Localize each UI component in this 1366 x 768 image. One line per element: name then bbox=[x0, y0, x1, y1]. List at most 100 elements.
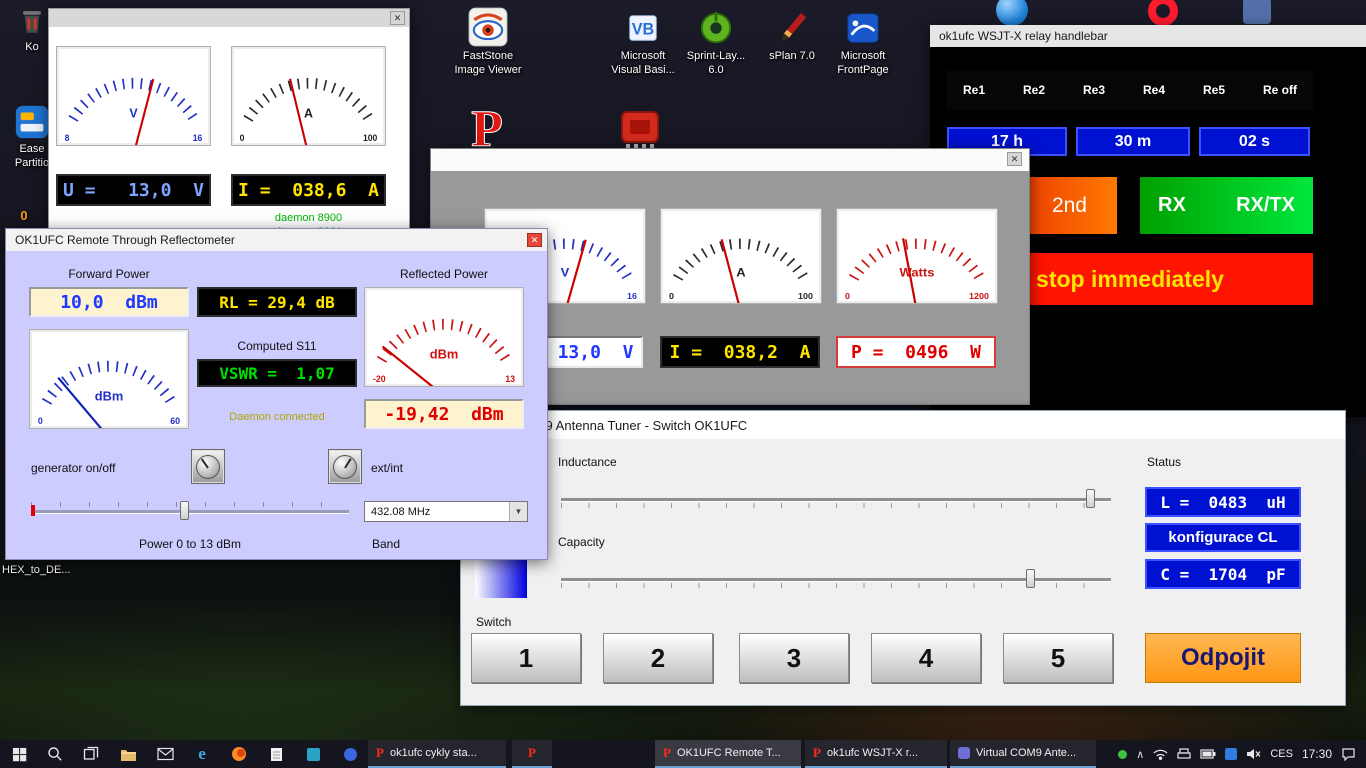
seconds-display: 02 s bbox=[1199, 127, 1310, 156]
window-title: OK1UFC Remote Through Reflectometer bbox=[15, 233, 235, 247]
tray-expand-icon[interactable]: ∧ bbox=[1136, 748, 1144, 761]
capacity-slider[interactable] bbox=[561, 569, 1111, 589]
svg-text:0: 0 bbox=[669, 291, 674, 301]
close-icon[interactable]: ✕ bbox=[1007, 152, 1022, 166]
desktop-icon-visual-basic[interactable]: VB Microsoft Visual Basi... bbox=[607, 10, 679, 78]
teal-app-icon[interactable] bbox=[298, 740, 328, 768]
watts-meter: Watts 0 1200 bbox=[836, 208, 998, 304]
status-green-icon[interactable] bbox=[1118, 750, 1127, 759]
close-icon[interactable]: ✕ bbox=[390, 11, 405, 25]
ext-int-knob[interactable] bbox=[328, 449, 362, 484]
red-p-icon: P bbox=[663, 745, 671, 761]
task-label: Virtual COM9 Ante... bbox=[976, 747, 1076, 759]
disconnect-button[interactable]: Odpojit bbox=[1145, 633, 1301, 683]
relay-button-re3[interactable]: Re3 bbox=[1083, 83, 1105, 97]
relay-button-reoff[interactable]: Re off bbox=[1263, 83, 1297, 97]
action-center-icon[interactable] bbox=[1341, 747, 1356, 761]
icon-label: Microsoft bbox=[827, 50, 899, 64]
desktop-icon-sprint-layout[interactable]: Sprint-Lay... 6.0 bbox=[680, 10, 752, 78]
language-indicator[interactable]: CES bbox=[1270, 748, 1293, 760]
band-select[interactable]: 432.08 MHz ▼ bbox=[364, 501, 528, 522]
document-app-icon[interactable] bbox=[261, 740, 291, 768]
hidden-desktop-icon-gray[interactable] bbox=[1243, 0, 1271, 24]
taskbar-task-virtual-com9[interactable]: Virtual COM9 Ante... bbox=[950, 740, 1096, 768]
capacity-value-display: C = 1704 pF bbox=[1145, 559, 1301, 589]
desktop-icon-frontpage[interactable]: Microsoft FrontPage bbox=[827, 10, 899, 78]
faststone-icon bbox=[450, 6, 526, 48]
start-button[interactable] bbox=[4, 740, 34, 768]
relay-button-re4[interactable]: Re4 bbox=[1143, 83, 1165, 97]
rx-rxtx-button[interactable]: RX RX/TX bbox=[1140, 177, 1313, 234]
splan-icon bbox=[757, 10, 827, 48]
printer-icon[interactable] bbox=[1177, 748, 1191, 760]
capacity-slider-thumb[interactable] bbox=[1026, 569, 1035, 588]
slider-track[interactable] bbox=[561, 498, 1111, 501]
switch-button-5[interactable]: 5 bbox=[1003, 633, 1113, 683]
mid-meter-titlebar[interactable] bbox=[431, 149, 1029, 171]
switch-button-2[interactable]: 2 bbox=[603, 633, 713, 683]
mail-icon[interactable] bbox=[150, 740, 180, 768]
status-label: Status bbox=[1147, 455, 1181, 469]
reflectometer-window: OK1UFC Remote Through Reflectometer ✕ Fo… bbox=[5, 228, 548, 560]
relay-button-re1[interactable]: Re1 bbox=[963, 83, 985, 97]
configure-cl-button[interactable]: konfigurace CL bbox=[1145, 523, 1301, 552]
taskbar-task-wsjt[interactable]: P ok1ufc WSJT-X r... bbox=[805, 740, 947, 768]
chevron-down-icon[interactable]: ▼ bbox=[509, 502, 527, 521]
blue-app-icon[interactable] bbox=[335, 740, 365, 768]
taskbar-task-p-icononly[interactable]: P bbox=[512, 740, 552, 768]
generator-onoff-label: generator on/off bbox=[31, 461, 116, 475]
switch-button-1[interactable]: 1 bbox=[471, 633, 581, 683]
svg-text:1200: 1200 bbox=[969, 291, 989, 301]
daemon-line: daemon 8900 bbox=[231, 211, 386, 225]
svg-text:13: 13 bbox=[505, 374, 515, 384]
rxtx-label: RX/TX bbox=[1236, 194, 1295, 217]
volume-muted-icon[interactable] bbox=[1246, 748, 1261, 760]
inductance-label: Inductance bbox=[558, 455, 617, 469]
desktop: Ko Ease Partitio 0 FastStone Image Viewe… bbox=[0, 0, 1366, 768]
edge-icon[interactable]: e bbox=[187, 740, 217, 768]
capacity-label: Capacity bbox=[558, 535, 605, 549]
icon-label: Microsoft bbox=[607, 50, 679, 64]
desktop-icon-splan[interactable]: sPlan 7.0 bbox=[757, 10, 827, 64]
current-display: I = 038,2 A bbox=[660, 336, 820, 368]
left-meter-titlebar[interactable] bbox=[49, 9, 409, 27]
inductance-slider[interactable] bbox=[561, 489, 1111, 509]
battery-icon[interactable] bbox=[1200, 749, 1216, 759]
opera-icon[interactable] bbox=[1148, 0, 1178, 26]
power-slider-thumb[interactable] bbox=[180, 501, 189, 520]
network-icon[interactable] bbox=[1153, 748, 1168, 760]
reflectometer-titlebar[interactable]: OK1UFC Remote Through Reflectometer bbox=[6, 229, 547, 251]
task-view-button[interactable] bbox=[76, 740, 106, 768]
slider-track[interactable] bbox=[31, 510, 349, 513]
file-explorer-icon[interactable] bbox=[113, 740, 143, 768]
power-slider[interactable] bbox=[31, 501, 349, 521]
close-icon[interactable]: ✕ bbox=[527, 233, 542, 247]
hidden-desktop-icon-blue[interactable] bbox=[996, 0, 1028, 26]
tuner-titlebar[interactable]: Virtual COM9 Antenna Tuner - Switch OK1U… bbox=[461, 411, 1345, 439]
switch-button-4[interactable]: 4 bbox=[871, 633, 981, 683]
slider-ticks bbox=[31, 502, 349, 507]
relay-button-re5[interactable]: Re5 bbox=[1203, 83, 1225, 97]
icon-label: HEX_to_DE... bbox=[2, 564, 82, 578]
current-meter: A 0 100 bbox=[660, 208, 822, 304]
voltage-display: U = 13,0 V bbox=[56, 174, 211, 206]
bluetooth-app-icon[interactable] bbox=[1225, 748, 1237, 760]
clock[interactable]: 17:30 bbox=[1302, 747, 1332, 761]
search-icon[interactable] bbox=[40, 740, 70, 768]
ext-int-label: ext/int bbox=[371, 461, 403, 475]
wsjt-titlebar[interactable]: ok1ufc WSJT-X relay handlebar bbox=[930, 25, 1366, 47]
frontpage-icon bbox=[827, 10, 899, 48]
relay-button-re2[interactable]: Re2 bbox=[1023, 83, 1045, 97]
desktop-icon-faststone[interactable]: FastStone Image Viewer bbox=[450, 6, 526, 78]
svg-text:16: 16 bbox=[193, 133, 203, 143]
current-meter: A 0 100 bbox=[231, 46, 386, 146]
taskbar-task-reflectometer[interactable]: P OK1UFC Remote T... bbox=[655, 740, 801, 768]
inductance-slider-thumb[interactable] bbox=[1086, 489, 1095, 508]
generator-knob[interactable] bbox=[191, 449, 225, 484]
switch-button-3[interactable]: 3 bbox=[739, 633, 849, 683]
taskbar-task-cykly[interactable]: P ok1ufc cykly sta... bbox=[368, 740, 506, 768]
firefox-icon[interactable] bbox=[224, 740, 254, 768]
desktop-icon-hex-file[interactable]: HEX_to_DE... bbox=[2, 562, 82, 578]
red-p-icon: P bbox=[528, 745, 536, 761]
return-loss-display: RL = 29,4 dB bbox=[197, 287, 357, 317]
